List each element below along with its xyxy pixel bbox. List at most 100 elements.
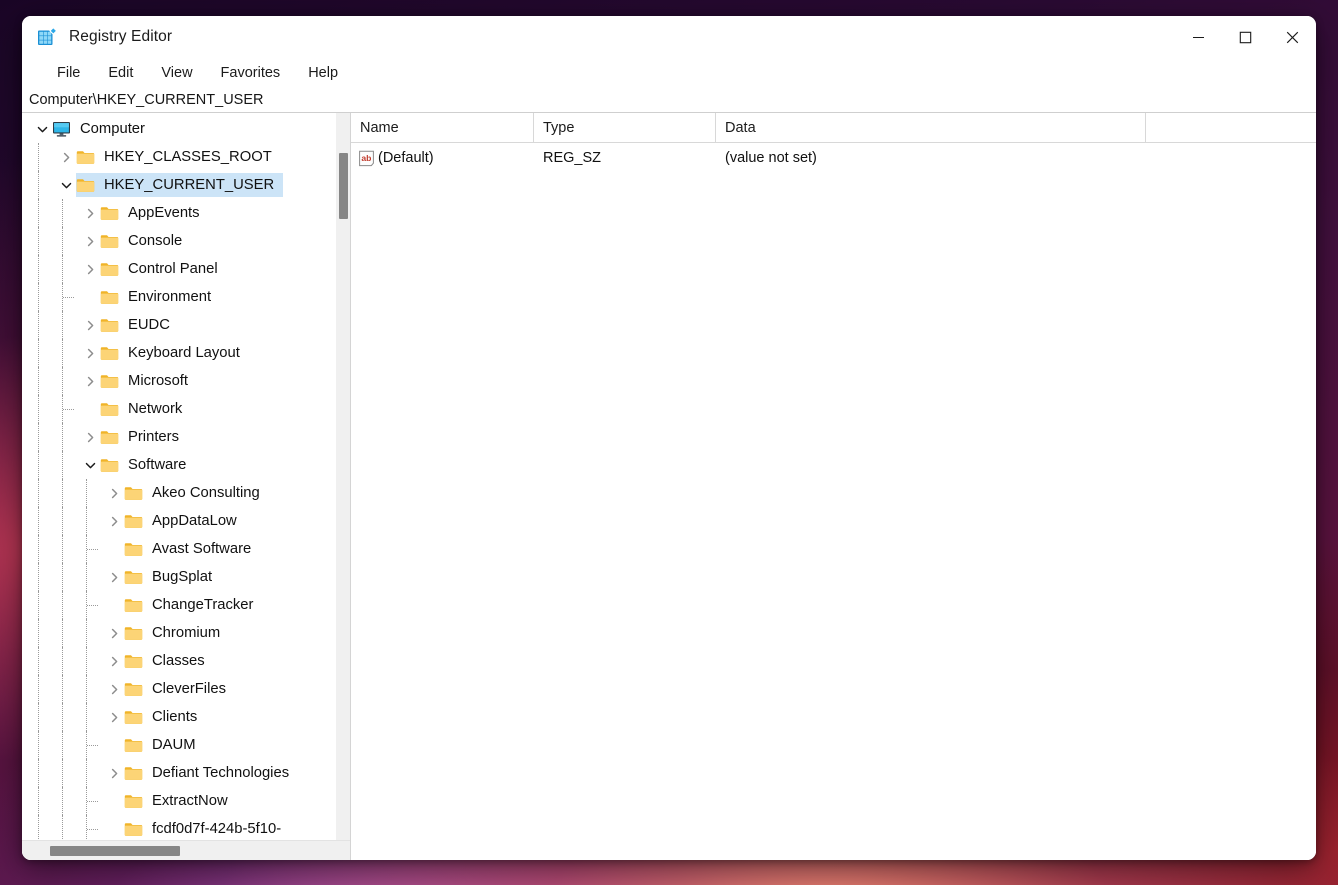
registry-tree[interactable]: Computer HKEY_CLASSES_ROOT HKEY_CURRENT_US…	[22, 113, 335, 840]
tree-item-content[interactable]: Console	[100, 229, 191, 253]
tree-item-content[interactable]: Clients	[124, 705, 206, 729]
tree-item-content[interactable]: HKEY_CLASSES_ROOT	[76, 145, 281, 169]
tree-item-network[interactable]: Network	[22, 395, 335, 423]
tree-item-software[interactable]: Software	[22, 451, 335, 479]
tree-item-fcdf0d7f-424b-5f10[interactable]: fcdf0d7f-424b-5f10-	[22, 815, 335, 840]
tree-item-classes[interactable]: Classes	[22, 647, 335, 675]
tree-guide-line	[38, 591, 39, 619]
tree-item-clients[interactable]: Clients	[22, 703, 335, 731]
maximize-button[interactable]	[1222, 16, 1269, 58]
tree-item-printers[interactable]: Printers	[22, 423, 335, 451]
address-bar[interactable]: Computer\HKEY_CURRENT_USER	[22, 88, 1316, 113]
chevron-right-icon[interactable]	[104, 683, 124, 696]
chevron-down-icon[interactable]	[56, 179, 76, 192]
tree-vertical-scrollbar[interactable]	[335, 113, 350, 840]
chevron-right-icon[interactable]	[80, 375, 100, 388]
tree-item-content[interactable]: Akeo Consulting	[124, 481, 269, 505]
tree-item-computer[interactable]: Computer	[22, 115, 335, 143]
tree-item-content[interactable]: HKEY_CURRENT_USER	[76, 173, 284, 197]
tree-item-content[interactable]: fcdf0d7f-424b-5f10-	[124, 817, 290, 840]
tree-item-hkey-current-user[interactable]: HKEY_CURRENT_USER	[22, 171, 335, 199]
menu-item-edit[interactable]: Edit	[99, 63, 142, 83]
menu-item-favorites[interactable]: Favorites	[212, 63, 290, 83]
tree-item-content[interactable]: Printers	[100, 425, 188, 449]
value-row[interactable]: ab (Default) REG_SZ (value not set)	[351, 143, 1316, 173]
tree-item-content[interactable]: Avast Software	[124, 537, 260, 561]
svg-text:ab: ab	[361, 153, 371, 163]
tree-item-environment[interactable]: Environment	[22, 283, 335, 311]
chevron-right-icon[interactable]	[104, 767, 124, 780]
column-header-name[interactable]: Name	[351, 113, 534, 142]
tree-item-content[interactable]: Microsoft	[100, 369, 197, 393]
tree-item-content[interactable]: Computer	[52, 117, 154, 141]
tree-item-label: BugSplat	[152, 569, 213, 585]
tree-item-content[interactable]: Keyboard Layout	[100, 341, 249, 365]
tree-horizontal-scroll-thumb[interactable]	[50, 846, 180, 856]
menu-item-view[interactable]: View	[152, 63, 201, 83]
chevron-right-icon[interactable]	[104, 515, 124, 528]
tree-vertical-scroll-thumb[interactable]	[339, 153, 348, 219]
minimize-button[interactable]	[1175, 16, 1222, 58]
menu-item-help[interactable]: Help	[299, 63, 347, 83]
tree-item-extractnow[interactable]: ExtractNow	[22, 787, 335, 815]
tree-item-bugsplat[interactable]: BugSplat	[22, 563, 335, 591]
tree-item-console[interactable]: Console	[22, 227, 335, 255]
chevron-right-icon[interactable]	[104, 655, 124, 668]
chevron-right-icon[interactable]	[80, 235, 100, 248]
tree-horizontal-scrollbar[interactable]	[22, 840, 350, 860]
tree-item-changetracker[interactable]: ChangeTracker	[22, 591, 335, 619]
close-button[interactable]	[1269, 16, 1316, 58]
tree-item-control-panel[interactable]: Control Panel	[22, 255, 335, 283]
tree-item-content[interactable]: Software	[100, 453, 195, 477]
tree-item-chromium[interactable]: Chromium	[22, 619, 335, 647]
tree-item-appevents[interactable]: AppEvents	[22, 199, 335, 227]
chevron-right-icon[interactable]	[104, 487, 124, 500]
chevron-right-icon[interactable]	[80, 319, 100, 332]
chevron-right-icon[interactable]	[80, 431, 100, 444]
column-header-type[interactable]: Type	[534, 113, 716, 142]
tree-item-daum[interactable]: DAUM	[22, 731, 335, 759]
tree-guide-line	[38, 731, 39, 759]
chevron-right-icon[interactable]	[80, 207, 100, 220]
tree-item-appdatalow[interactable]: AppDataLow	[22, 507, 335, 535]
registry-tree-pane: Computer HKEY_CLASSES_ROOT HKEY_CURRENT_US…	[22, 113, 351, 860]
column-header-data[interactable]: Data	[716, 113, 1146, 142]
tree-item-content[interactable]: DAUM	[124, 733, 205, 757]
tree-item-akeo-consulting[interactable]: Akeo Consulting	[22, 479, 335, 507]
menu-item-file[interactable]: File	[48, 63, 89, 83]
chevron-right-icon[interactable]	[80, 347, 100, 360]
chevron-down-icon[interactable]	[32, 123, 52, 136]
tree-item-content[interactable]: BugSplat	[124, 565, 221, 589]
tree-item-keyboard-layout[interactable]: Keyboard Layout	[22, 339, 335, 367]
tree-item-content[interactable]: ExtractNow	[124, 789, 237, 813]
tree-item-microsoft[interactable]: Microsoft	[22, 367, 335, 395]
tree-item-content[interactable]: AppDataLow	[124, 509, 246, 533]
tree-item-content[interactable]: CleverFiles	[124, 677, 235, 701]
tree-item-avast-software[interactable]: Avast Software	[22, 535, 335, 563]
tree-item-cleverfiles[interactable]: CleverFiles	[22, 675, 335, 703]
tree-item-hkey-classes-root[interactable]: HKEY_CLASSES_ROOT	[22, 143, 335, 171]
tree-item-content[interactable]: Control Panel	[100, 257, 227, 281]
tree-item-defiant-technologies[interactable]: Defiant Technologies	[22, 759, 335, 787]
tree-item-eudc[interactable]: EUDC	[22, 311, 335, 339]
folder-icon	[124, 514, 143, 529]
chevron-right-icon[interactable]	[80, 263, 100, 276]
tree-item-content[interactable]: AppEvents	[100, 201, 209, 225]
values-list[interactable]: ab (Default) REG_SZ (value not set)	[351, 143, 1316, 860]
tree-item-content[interactable]: EUDC	[100, 313, 179, 337]
tree-item-content[interactable]: Defiant Technologies	[124, 761, 298, 785]
tree-item-content[interactable]: Network	[100, 397, 191, 421]
chevron-right-icon[interactable]	[56, 151, 76, 164]
tree-item-content[interactable]: Environment	[100, 285, 220, 309]
chevron-right-icon[interactable]	[104, 571, 124, 584]
tree-item-content[interactable]: Chromium	[124, 621, 229, 645]
chevron-right-icon[interactable]	[104, 711, 124, 724]
tree-item-content[interactable]: Classes	[124, 649, 214, 673]
chevron-down-icon[interactable]	[80, 459, 100, 472]
tree-guide-line	[38, 311, 39, 339]
tree-guide-line	[62, 199, 63, 227]
tree-guide-line	[38, 507, 39, 535]
tree-item-content[interactable]: ChangeTracker	[124, 593, 262, 617]
chevron-right-icon[interactable]	[104, 627, 124, 640]
folder-icon	[124, 626, 143, 641]
